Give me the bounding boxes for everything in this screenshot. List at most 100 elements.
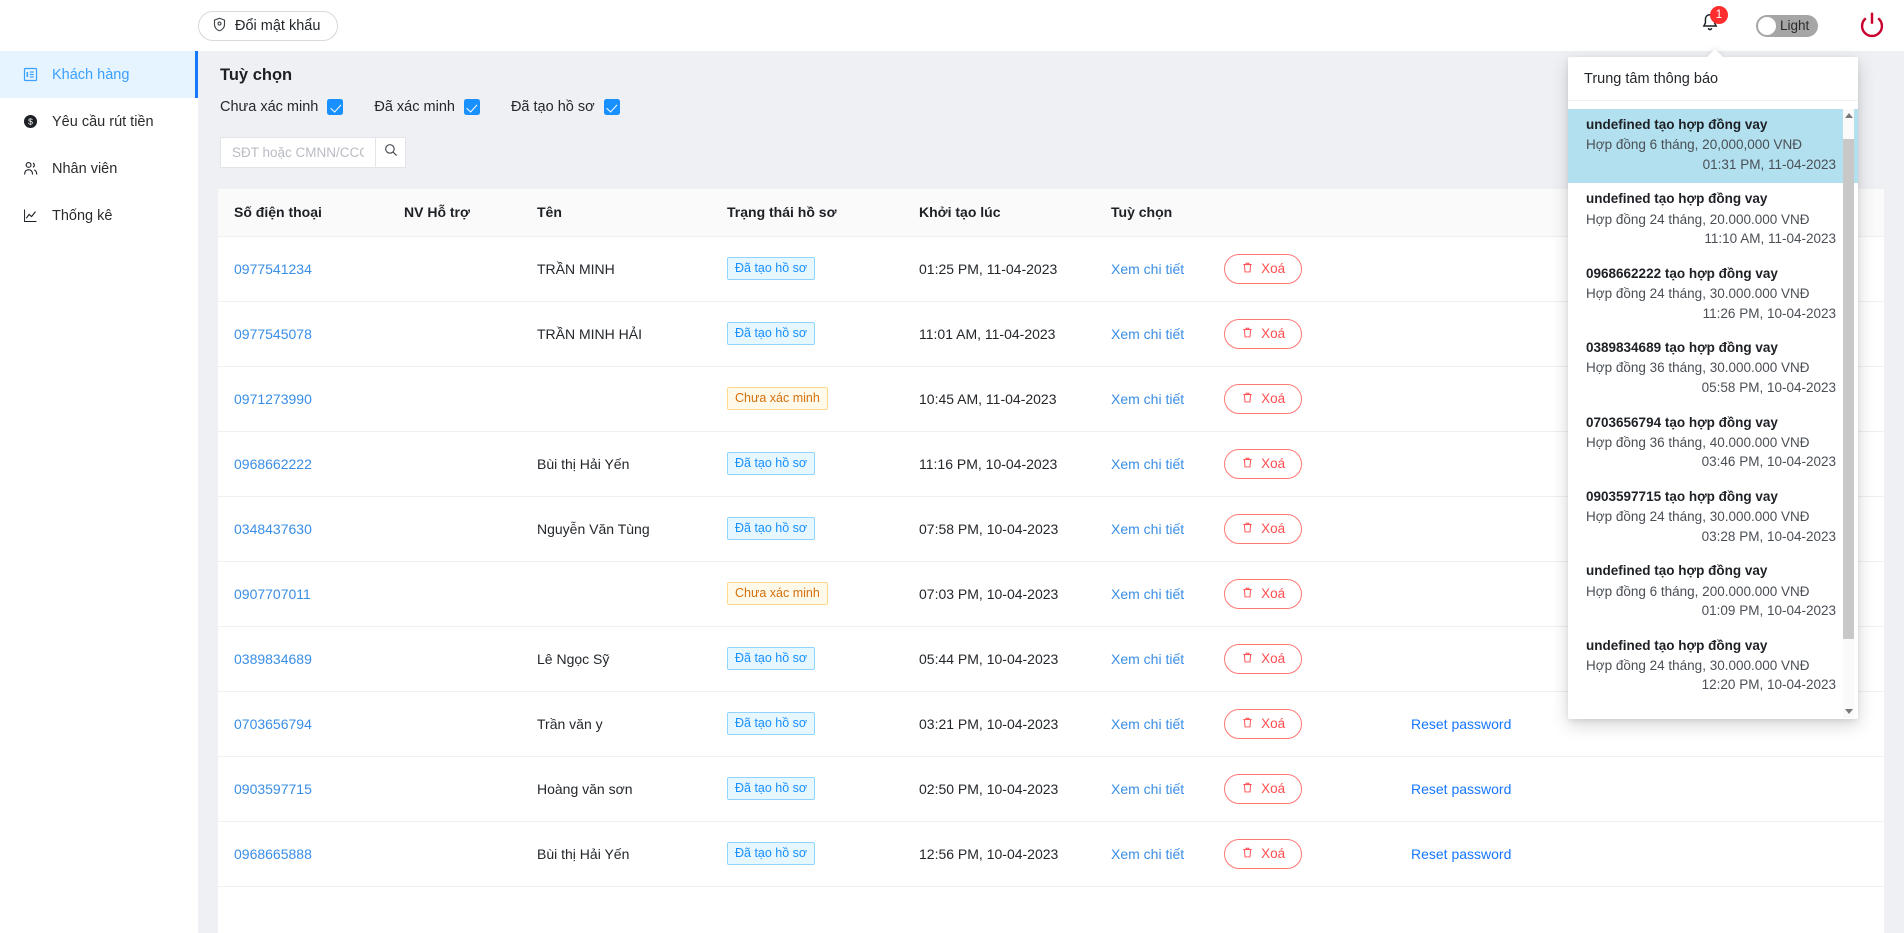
view-detail-link[interactable]: Xem chi tiết	[1111, 261, 1184, 277]
phone-link[interactable]: 0971273990	[234, 391, 312, 407]
cell-created-at: 11:16 PM, 10-04-2023	[903, 431, 1095, 497]
view-detail-link[interactable]: Xem chi tiết	[1111, 391, 1184, 407]
notification-title: undefined tạo hợp đồng vay	[1586, 191, 1768, 207]
notification-item[interactable]: undefined tạo hợp đồng vay Hợp đồng 6 thá…	[1568, 109, 1858, 184]
search-input[interactable]	[220, 137, 375, 168]
phone-link[interactable]: 0977541234	[234, 261, 312, 277]
phone-link[interactable]: 0348437630	[234, 521, 312, 537]
notification-time: 01:31 PM, 11-04-2023	[1702, 156, 1836, 172]
cell-created-at: 07:58 PM, 10-04-2023	[903, 496, 1095, 562]
scroll-up-arrow-icon[interactable]	[1843, 109, 1854, 122]
cell-status: Đã tạo hồ sơ	[711, 236, 903, 302]
filter-chua-xac-minh[interactable]: Chưa xác minh	[220, 99, 344, 115]
cell-name: Bùi thị Hải Yến	[521, 431, 711, 497]
notification-item[interactable]: 0389834689 tạo hợp đồng vay Hợp đồng 36 t…	[1568, 332, 1858, 406]
cell-staff	[388, 236, 521, 302]
logout-power-button[interactable]	[1855, 9, 1889, 43]
col-phone: Số điện thoại	[218, 189, 388, 237]
dollar-coin-icon: $	[22, 113, 39, 130]
reset-password-link[interactable]: Reset password	[1411, 716, 1511, 732]
view-detail-link[interactable]: Xem chi tiết	[1111, 456, 1184, 472]
notification-time: 05:58 PM, 10-04-2023	[1701, 379, 1836, 395]
cell-phone: 0907707011	[218, 561, 388, 627]
notification-title: undefined tạo hợp đồng vay	[1586, 117, 1768, 132]
notification-panel-header: Trung tâm thông báo	[1568, 57, 1858, 101]
filter-da-tao-ho-so[interactable]: Đã tạo hồ sơ	[511, 99, 620, 115]
notification-item[interactable]: undefined tạo hợp đồng vay Hợp đồng 24 th…	[1568, 630, 1858, 704]
trash-icon	[1241, 521, 1254, 537]
notification-title: 0903597715 tạo hợp đồng vay	[1586, 488, 1778, 504]
sidebar-item-label: Thống kê	[52, 207, 113, 224]
view-detail-link[interactable]: Xem chi tiết	[1111, 521, 1184, 537]
notification-item[interactable]: 0703656794 tạo hợp đồng vay Hợp đồng 36 t…	[1568, 407, 1858, 481]
search-button[interactable]	[375, 137, 406, 168]
view-detail-link[interactable]: Xem chi tiết	[1111, 846, 1184, 862]
delete-button[interactable]: Xoá	[1224, 253, 1303, 284]
delete-button-label: Xoá	[1261, 391, 1286, 406]
cell-options: Xem chi tiết Xoá	[1095, 496, 1395, 562]
delete-button[interactable]: Xoá	[1224, 318, 1303, 349]
trash-icon	[1241, 456, 1254, 472]
delete-button[interactable]: Xoá	[1224, 578, 1303, 609]
reset-password-link[interactable]: Reset password	[1411, 781, 1511, 797]
view-detail-link[interactable]: Xem chi tiết	[1111, 586, 1184, 602]
col-options: Tuỳ chọn	[1095, 189, 1395, 237]
delete-button[interactable]: Xoá	[1224, 773, 1303, 804]
phone-link[interactable]: 0389834689	[234, 651, 312, 667]
notification-item[interactable]: undefined tạo hợp đồng vay Hợp đồng 24 th…	[1568, 183, 1858, 257]
notification-item[interactable]: 0903597715 tạo hợp đồng vay Hợp đồng 24 t…	[1568, 481, 1858, 555]
cell-status: Đã tạo hồ sơ	[711, 756, 903, 822]
change-password-button[interactable]: Đổi mật khẩu	[198, 11, 339, 41]
theme-toggle[interactable]: Light	[1756, 15, 1818, 37]
delete-button[interactable]: Xoá	[1224, 643, 1303, 674]
filter-label: Đã xác minh	[374, 99, 455, 115]
view-detail-link[interactable]: Xem chi tiết	[1111, 781, 1184, 797]
delete-button[interactable]: Xoá	[1224, 838, 1303, 869]
col-time: Khởi tạo lúc	[903, 189, 1095, 237]
cell-staff	[388, 756, 521, 822]
notification-panel: Trung tâm thông báo undefined tạo hợp đồ…	[1568, 57, 1858, 719]
delete-button-label: Xoá	[1261, 586, 1286, 601]
notification-detail: Hợp đồng 36 tháng, 40.000.000 VNĐ	[1586, 434, 1810, 450]
phone-link[interactable]: 0903597715	[234, 781, 312, 797]
filter-da-xac-minh[interactable]: Đã xác minh	[374, 99, 480, 115]
checkbox-checked-icon[interactable]	[327, 99, 344, 115]
delete-button[interactable]: Xoá	[1224, 513, 1303, 544]
cell-status: Đã tạo hồ sơ	[711, 626, 903, 692]
sidebar-item-nhan-vien[interactable]: Nhân viên	[0, 145, 198, 192]
checkbox-checked-icon[interactable]	[603, 99, 620, 115]
checkbox-checked-icon[interactable]	[463, 99, 480, 115]
cell-status: Đã tạo hồ sơ	[711, 821, 903, 887]
cell-phone: 0977541234	[218, 236, 388, 302]
trash-icon	[1241, 391, 1254, 407]
trash-icon	[1241, 261, 1254, 277]
sidebar-item-khach-hang[interactable]: Khách hàng	[0, 51, 198, 98]
notification-item[interactable]: undefined tạo hợp đồng vay Hợp đồng 6 thá…	[1568, 555, 1858, 629]
phone-link[interactable]: 0907707011	[234, 586, 311, 602]
delete-button[interactable]: Xoá	[1224, 448, 1303, 479]
cell-created-at: 05:44 PM, 10-04-2023	[903, 626, 1095, 692]
scroll-down-arrow-icon[interactable]	[1843, 705, 1854, 718]
notification-item[interactable]: 0968662222 tạo hợp đồng vay Hợp đồng 24 t…	[1568, 258, 1858, 332]
delete-button[interactable]: Xoá	[1224, 383, 1303, 414]
phone-link[interactable]: 0703656794	[234, 716, 312, 732]
trash-icon	[1241, 586, 1254, 602]
cell-name: TRẦN MINH HẢI	[521, 301, 711, 367]
view-detail-link[interactable]: Xem chi tiết	[1111, 651, 1184, 667]
view-detail-link[interactable]: Xem chi tiết	[1111, 716, 1184, 732]
delete-button-label: Xoá	[1261, 456, 1286, 471]
sidebar-item-thong-ke[interactable]: Thống kê	[0, 192, 198, 239]
phone-link[interactable]: 0977545078	[234, 326, 312, 342]
phone-link[interactable]: 0968665888	[234, 846, 312, 862]
phone-link[interactable]: 0968662222	[234, 456, 312, 472]
profile-list-icon	[22, 66, 39, 83]
notification-bell-button[interactable]: 1	[1699, 6, 1728, 38]
cell-staff	[388, 626, 521, 692]
cell-phone: 0968665888	[218, 821, 388, 887]
delete-button[interactable]: Xoá	[1224, 708, 1303, 739]
sidebar-item-yeu-cau-rut-tien[interactable]: $ Yêu cầu rút tiền	[0, 98, 198, 145]
notification-scrollbar-thumb[interactable]	[1843, 139, 1854, 639]
notification-time: 01:09 PM, 10-04-2023	[1701, 603, 1836, 619]
reset-password-link[interactable]: Reset password	[1411, 846, 1511, 862]
view-detail-link[interactable]: Xem chi tiết	[1111, 326, 1184, 342]
